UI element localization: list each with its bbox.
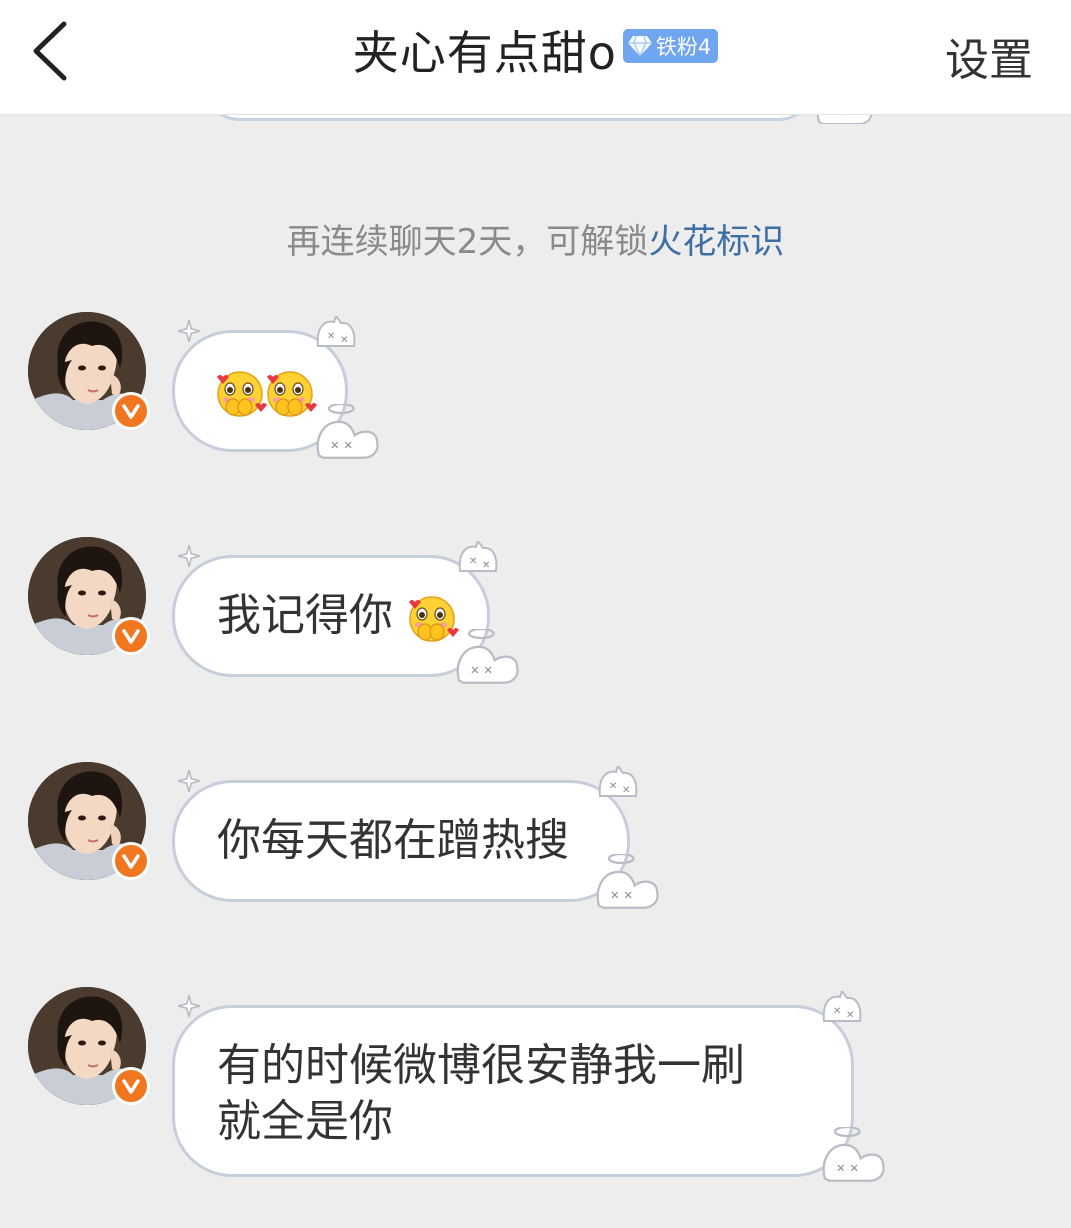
verified-badge-icon (112, 842, 150, 880)
message-text: 我记得你 (217, 590, 393, 641)
avatar[interactable] (28, 987, 150, 1105)
blob-decoration-icon (596, 854, 659, 909)
shy-face-emoji-icon (266, 371, 317, 417)
sparkle-icon (178, 545, 200, 567)
message-text: 有的时候微博很安静我一刷 (217, 1040, 745, 1091)
cat-decoration-icon (316, 316, 356, 347)
page-title: 夹心有点甜o (352, 26, 617, 80)
message-text-line2: 就全是你 (217, 1096, 393, 1147)
cat-decoration-icon (822, 991, 862, 1022)
diamond-icon (627, 35, 652, 57)
avatar[interactable] (28, 312, 150, 430)
cat-decoration-icon (458, 541, 498, 572)
settings-button[interactable]: 设置 (945, 24, 1033, 88)
system-message-text: 再连续聊天2天，可解锁 (286, 222, 649, 262)
verified-badge-icon (112, 392, 150, 430)
blob-decoration-icon (456, 629, 519, 684)
message-bubble[interactable]: 你每天都在蹭热搜 (172, 780, 630, 902)
verified-badge-icon (112, 617, 150, 655)
title-area: 夹心有点甜o 铁粉4 (0, 22, 1071, 80)
message-bubble[interactable]: 有的时候微博很安静我一刷 就全是你 (172, 1005, 854, 1177)
chat-header: 夹心有点甜o 铁粉4 设置 (0, 0, 1071, 115)
sparkle-icon (178, 770, 200, 792)
blob-decoration-icon (316, 404, 379, 459)
message-text: 你每天都在蹭热搜 (217, 815, 569, 866)
message-bubble[interactable]: 我记得你 (172, 555, 490, 677)
sparkle-icon (178, 320, 200, 342)
shy-face-emoji-icon (408, 596, 459, 642)
blob-decoration-icon (822, 1127, 885, 1182)
spark-badge-link[interactable]: 火花标识 (648, 222, 784, 262)
fan-badge-label: 铁粉4 (655, 35, 712, 59)
sparkle-icon (178, 995, 200, 1017)
avatar[interactable] (28, 537, 150, 655)
fan-level-badge[interactable]: 铁粉4 (622, 29, 719, 63)
verified-badge-icon (112, 1067, 150, 1105)
avatar[interactable] (28, 762, 150, 880)
system-message: 再连续聊天2天，可解锁火花标识 (0, 214, 1071, 263)
cat-decoration-icon (598, 766, 638, 797)
shy-face-emoji-icon (216, 371, 267, 417)
